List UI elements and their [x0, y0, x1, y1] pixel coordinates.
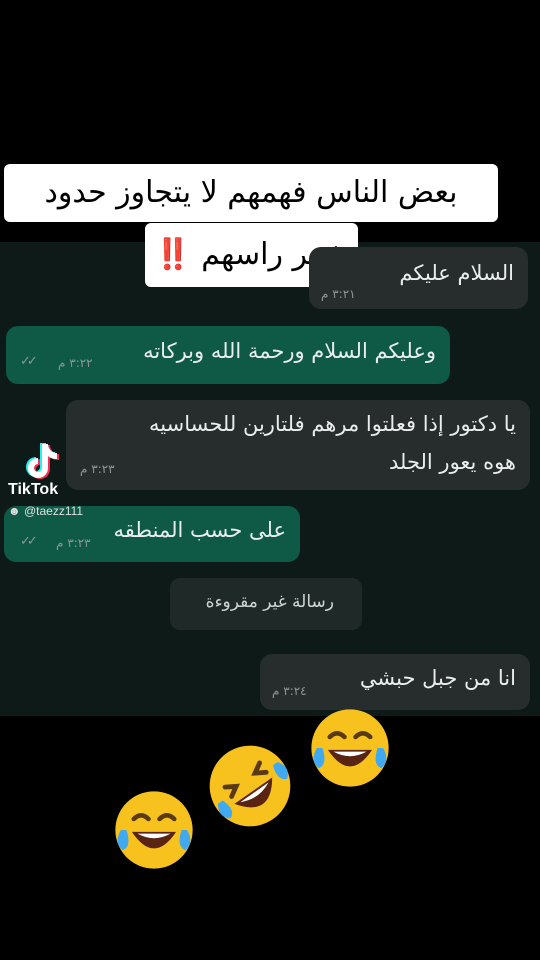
- message-time: ٣:٢٣ م: [80, 462, 115, 476]
- read-ticks-icon: ✓✓: [20, 354, 38, 369]
- caption-line-1: بعض الناس فهمهم لا يتجاوز حدود: [4, 164, 498, 222]
- user-icon: ☻: [8, 504, 21, 518]
- unread-label: رسالة غير مقروءة: [205, 592, 334, 612]
- rolling-laughing-emoji-icon: [209, 745, 291, 827]
- tiktok-username-text: @taezz111: [23, 504, 84, 518]
- message-time: ٣:٢١ م: [321, 287, 356, 301]
- message-text: انا من جبل حبشي: [359, 666, 516, 690]
- message-text: السلام عليكم: [399, 261, 514, 285]
- laughing-face-emoji-icon: [311, 709, 389, 787]
- tiktok-logo-icon: [26, 443, 59, 479]
- message-text-line-1: يا دكتور إذا فعلتوا مرهم فلتارين للحساسي…: [149, 412, 516, 436]
- incoming-message-1[interactable]: السلام عليكم ٣:٢١ م: [309, 247, 528, 309]
- message-text-line-2: هوه يعور الجلد: [388, 450, 516, 474]
- unread-messages-divider: رسالة غير مقروءة: [170, 578, 362, 630]
- outgoing-message-1[interactable]: وعليكم السلام ورحمة الله وبركاته ٣:٢٢ م …: [6, 326, 450, 384]
- read-ticks-icon: ✓✓: [20, 534, 38, 549]
- tiktok-username: ☻ @taezz111: [8, 504, 83, 518]
- message-text: وعليكم السلام ورحمة الله وبركاته: [143, 339, 436, 363]
- tiktok-brand-label: TikTok: [8, 481, 59, 498]
- message-time: ٣:٢٣ م: [56, 536, 91, 550]
- message-text: على حسب المنطقه: [113, 518, 287, 542]
- laughing-face-emoji-icon-2: [115, 791, 193, 869]
- message-time: ٣:٢٢ م: [58, 356, 93, 370]
- incoming-message-2[interactable]: يا دكتور إذا فعلتوا مرهم فلتارين للحساسي…: [66, 400, 530, 490]
- message-time: ٣:٢٤ م: [272, 684, 307, 698]
